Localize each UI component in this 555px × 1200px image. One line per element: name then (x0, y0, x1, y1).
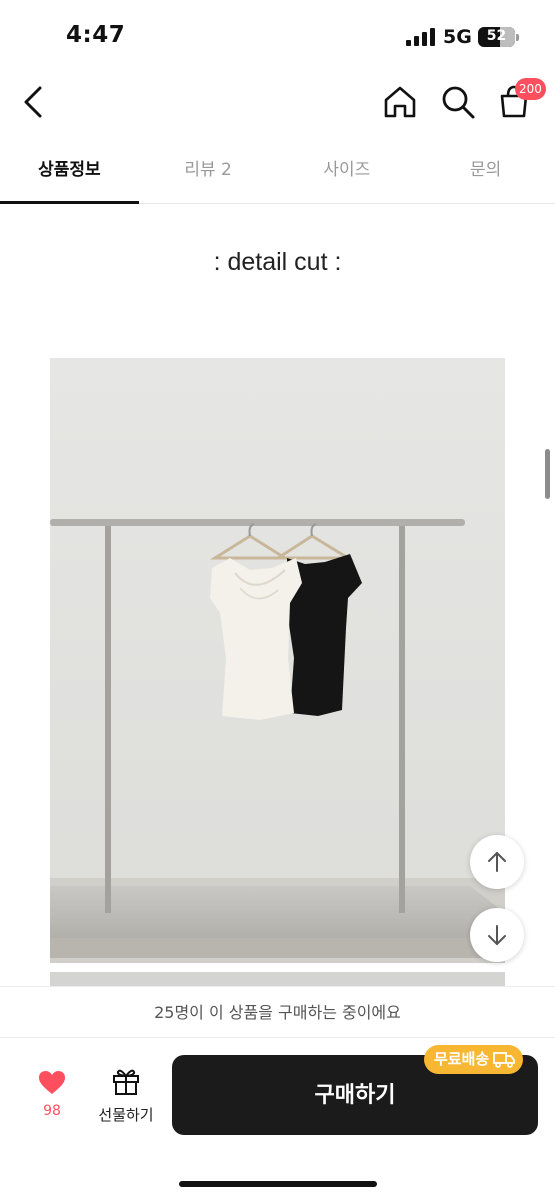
detail-cut-heading: : detail cut : (213, 248, 342, 276)
search-icon[interactable] (438, 82, 478, 122)
like-button[interactable]: 98 (32, 1070, 72, 1119)
tab-reviews[interactable]: 리뷰 2 (139, 140, 278, 203)
product-photo (50, 358, 505, 963)
home-indicator (179, 1181, 377, 1187)
truck-icon (493, 1052, 516, 1068)
signal-icon (406, 28, 435, 46)
tab-size[interactable]: 사이즈 (278, 140, 417, 203)
network-label: 5G (443, 26, 472, 48)
free-shipping-badge: 무료배송 (424, 1045, 524, 1074)
free-shipping-label: 무료배송 (434, 1050, 490, 1068)
arrow-up-icon (488, 852, 506, 872)
tab-inquiry[interactable]: 문의 (416, 140, 555, 203)
battery-icon: 52 (478, 27, 519, 47)
gift-label: 선물하기 (98, 1106, 154, 1124)
chevron-left-icon[interactable] (14, 82, 54, 122)
status-bar: 4:47 5G 52 (0, 0, 555, 72)
scroll-to-top-button[interactable] (470, 835, 524, 889)
cart-count-badge: 200 (515, 78, 546, 100)
buyers-notice: 25명이 이 상품을 구매하는 중이에요 (0, 986, 555, 1038)
tab-product-info[interactable]: 상품정보 (0, 140, 139, 204)
product-tabs: 상품정보 리뷰 2 사이즈 문의 (0, 140, 555, 204)
battery-level: 52 (486, 28, 507, 44)
status-time: 4:47 (66, 22, 126, 48)
like-count: 98 (43, 1103, 61, 1119)
gift-button[interactable]: 선물하기 (90, 1066, 162, 1125)
arrow-down-icon (488, 925, 506, 945)
home-icon[interactable] (380, 82, 420, 122)
app-header: 200 (0, 72, 555, 134)
heart-icon (39, 1071, 65, 1094)
gift-icon (113, 1069, 139, 1095)
scroll-to-bottom-button[interactable] (470, 908, 524, 962)
scrollbar[interactable] (545, 449, 550, 499)
